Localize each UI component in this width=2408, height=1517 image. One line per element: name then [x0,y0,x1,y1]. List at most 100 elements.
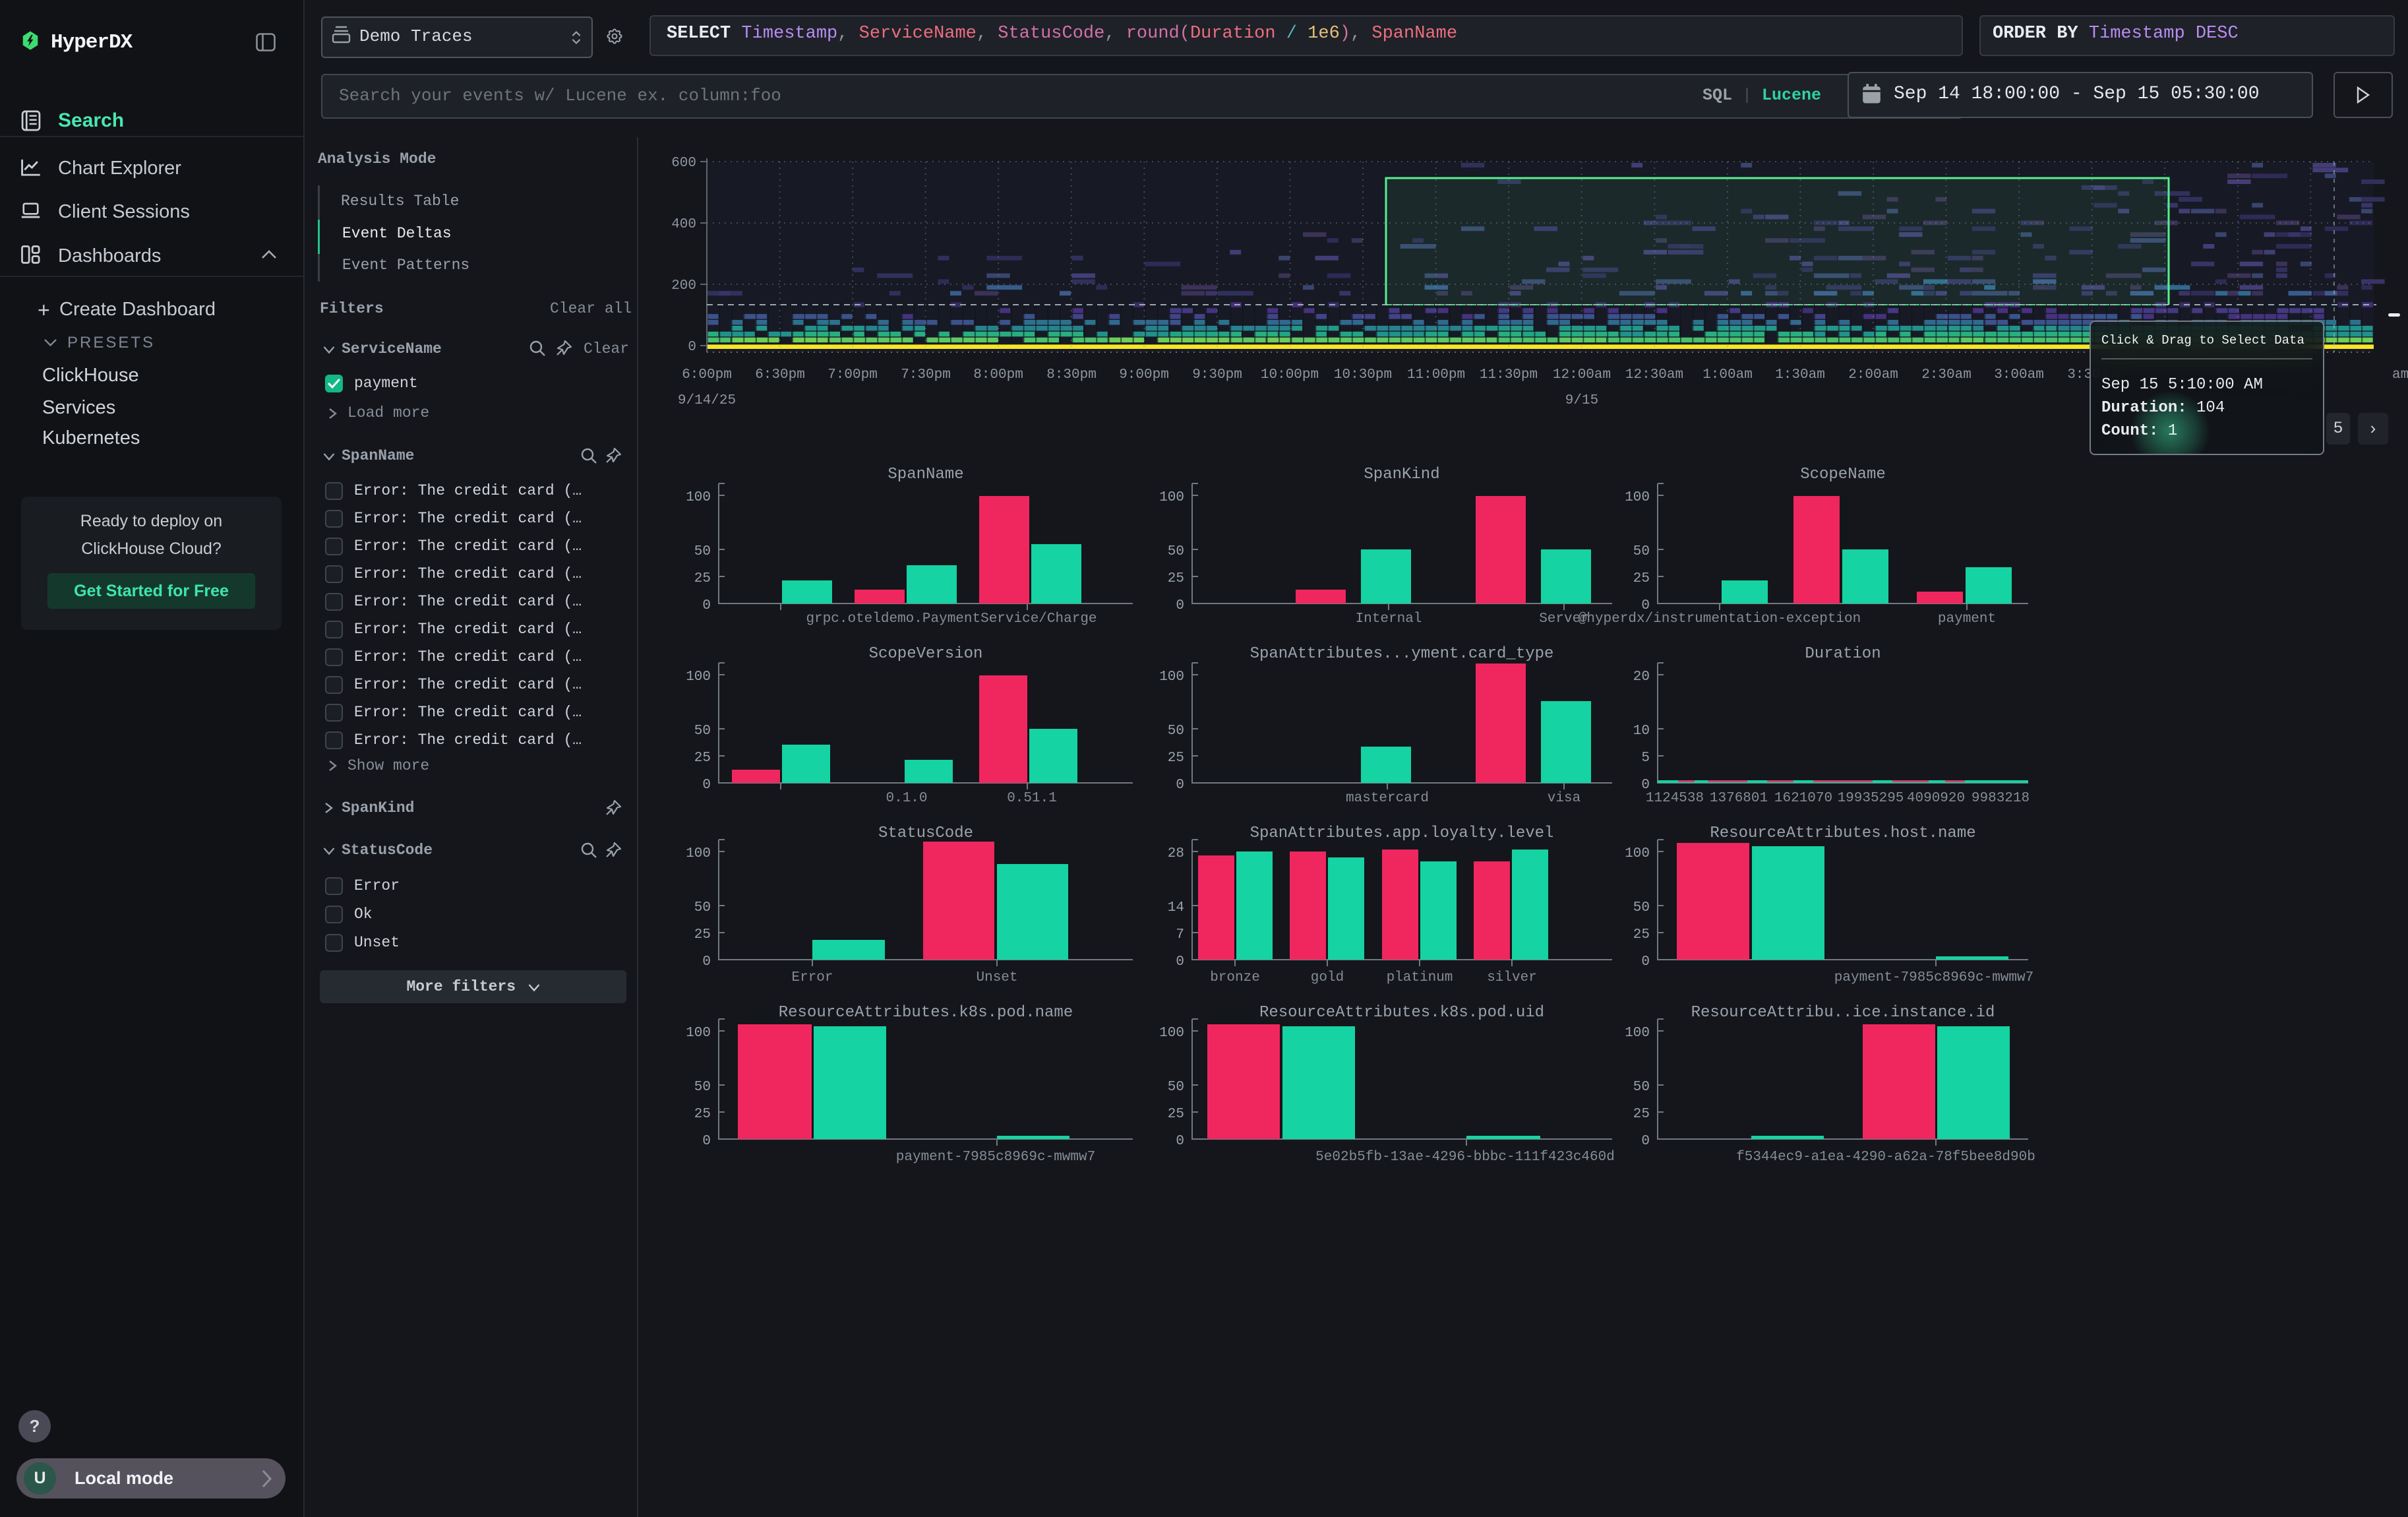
svg-text:ResourceAttributes.k8s.pod.uid: ResourceAttributes.k8s.pod.uid [1259,1004,1544,1022]
svg-text:100: 100 [686,846,711,861]
svg-text:mastercard: mastercard [1346,791,1429,806]
svg-text:ResourceAttributes.k8s.pod.nam: ResourceAttributes.k8s.pod.name [779,1004,1073,1022]
svg-text:gold: gold [1311,970,1344,985]
svg-text:12:30am: 12:30am [1625,367,1683,383]
svg-text:12:00am: 12:00am [1553,367,1611,383]
svg-text:ScopeVersion: ScopeVersion [869,645,983,663]
svg-text:1:00am: 1:00am [1702,367,1753,383]
svg-text:20: 20 [1633,669,1650,685]
svg-text:3:00am: 3:00am [1994,367,2044,383]
svg-text:10:30pm: 10:30pm [1334,367,1392,383]
svg-text:Unset: Unset [976,970,1017,985]
svg-text:SpanAttributes...yment.card_ty: SpanAttributes...yment.card_type [1250,645,1554,663]
svg-text:100: 100 [1625,1026,1650,1041]
svg-text:visa: visa [1548,791,1580,806]
svg-text:5e02b5fb-13ae-4296-bbbc-111f42: 5e02b5fb-13ae-4296-bbbc-111f423c460d [1315,1150,1615,1165]
svg-text:50: 50 [1168,1080,1184,1095]
svg-text:silver: silver [1487,970,1537,985]
svg-text:0: 0 [702,598,711,613]
svg-text:8:30pm: 8:30pm [1046,367,1097,383]
svg-text:25: 25 [1168,571,1184,586]
svg-text:bronze: bronze [1210,970,1260,985]
svg-text:2:30am: 2:30am [1921,367,1972,383]
svg-text:payment-7985c8969c-mwmw7: payment-7985c8969c-mwmw7 [1834,970,2033,985]
svg-text:ResourceAttributes.host.name: ResourceAttributes.host.name [1710,824,1975,842]
svg-text:@hyperdx/instrumentation-excep: @hyperdx/instrumentation-exception [1579,611,1861,627]
svg-text:25: 25 [1633,1107,1650,1122]
svg-text:9/14/25: 9/14/25 [678,393,736,408]
svg-text:7: 7 [1176,927,1184,943]
svg-text:f5344ec9-a1ea-4290-a62a-78f5be: f5344ec9-a1ea-4290-a62a-78f5bee8d90b [1736,1150,2035,1165]
svg-text:0.51.1: 0.51.1 [1007,791,1057,806]
svg-text:8:00pm: 8:00pm [973,367,1023,383]
svg-text:9/15: 9/15 [1565,393,1598,408]
svg-text:1376801: 1376801 [1710,791,1768,806]
svg-text:14: 14 [1168,900,1184,915]
svg-text:payment: payment [1938,611,1996,627]
svg-text:Duration: Duration [1805,645,1881,663]
svg-text:1124538: 1124538 [1646,791,1704,806]
svg-text:10:00pm: 10:00pm [1261,367,1319,383]
svg-text:100: 100 [686,1026,711,1041]
svg-text:0: 0 [1176,598,1184,613]
svg-text:0: 0 [1176,778,1184,793]
svg-text:11:30pm: 11:30pm [1480,367,1538,383]
svg-text:100: 100 [1159,490,1184,505]
svg-text:50: 50 [694,724,711,739]
svg-text:1621070: 1621070 [1774,791,1832,806]
svg-text:0: 0 [1641,1134,1650,1149]
svg-text:ScopeName: ScopeName [1800,466,1886,483]
svg-text:0: 0 [702,954,711,970]
svg-text:9983218: 9983218 [1972,791,2030,806]
svg-text:7:30pm: 7:30pm [901,367,951,383]
svg-text:19935295: 19935295 [1838,791,1904,806]
svg-text:25: 25 [694,751,711,766]
svg-text:400: 400 [671,217,696,232]
svg-text:25: 25 [1633,927,1650,943]
svg-text:10: 10 [1633,724,1650,739]
svg-text:50: 50 [1168,544,1184,559]
svg-text:100: 100 [686,490,711,505]
svg-text:50: 50 [694,900,711,915]
svg-text:25: 25 [694,1107,711,1122]
svg-text:5: 5 [1641,751,1650,766]
svg-text:28: 28 [1168,846,1184,861]
svg-text:50: 50 [1633,900,1650,915]
svg-text:6:30pm: 6:30pm [755,367,805,383]
svg-text:100: 100 [1625,490,1650,505]
svg-text:25: 25 [1168,1107,1184,1122]
svg-text:100: 100 [1159,669,1184,685]
svg-text:0.1.0: 0.1.0 [886,791,927,806]
svg-text:100: 100 [1625,846,1650,861]
svg-text:0: 0 [702,1134,711,1149]
svg-text:2:00am: 2:00am [1848,367,1898,383]
svg-text:100: 100 [686,669,711,685]
svg-text:ResourceAttribu..ice.instance.: ResourceAttribu..ice.instance.id [1691,1004,1995,1022]
svg-text:50: 50 [1168,724,1184,739]
svg-text:0: 0 [688,340,696,355]
svg-text:6:00pm: 6:00pm [682,367,732,383]
svg-text:7:00pm: 7:00pm [828,367,878,383]
svg-text:200: 200 [671,278,696,294]
svg-text:Internal: Internal [1356,611,1422,627]
svg-text:platinum: platinum [1387,970,1453,985]
svg-text:25: 25 [694,927,711,943]
svg-text:25: 25 [1633,571,1650,586]
svg-text:0: 0 [1176,954,1184,970]
svg-text:600: 600 [671,156,696,171]
svg-text:11:00pm: 11:00pm [1407,367,1465,383]
svg-text:100: 100 [1159,1026,1184,1041]
svg-text:50: 50 [1633,1080,1650,1095]
svg-text:0: 0 [1641,954,1650,970]
svg-text:50: 50 [1633,544,1650,559]
svg-text:1:30am: 1:30am [1775,367,1825,383]
svg-text:0: 0 [702,778,711,793]
svg-text:0: 0 [1176,1134,1184,1149]
svg-text:grpc.oteldemo.PaymentService/C: grpc.oteldemo.PaymentService/Charge [806,611,1097,627]
svg-text:Error: Error [791,970,833,985]
svg-text:25: 25 [1168,751,1184,766]
svg-text:StatusCode: StatusCode [878,824,973,842]
svg-text:4090920: 4090920 [1907,791,1965,806]
svg-text:payment-7985c8969c-mwmw7: payment-7985c8969c-mwmw7 [896,1150,1095,1165]
svg-text:50: 50 [694,544,711,559]
